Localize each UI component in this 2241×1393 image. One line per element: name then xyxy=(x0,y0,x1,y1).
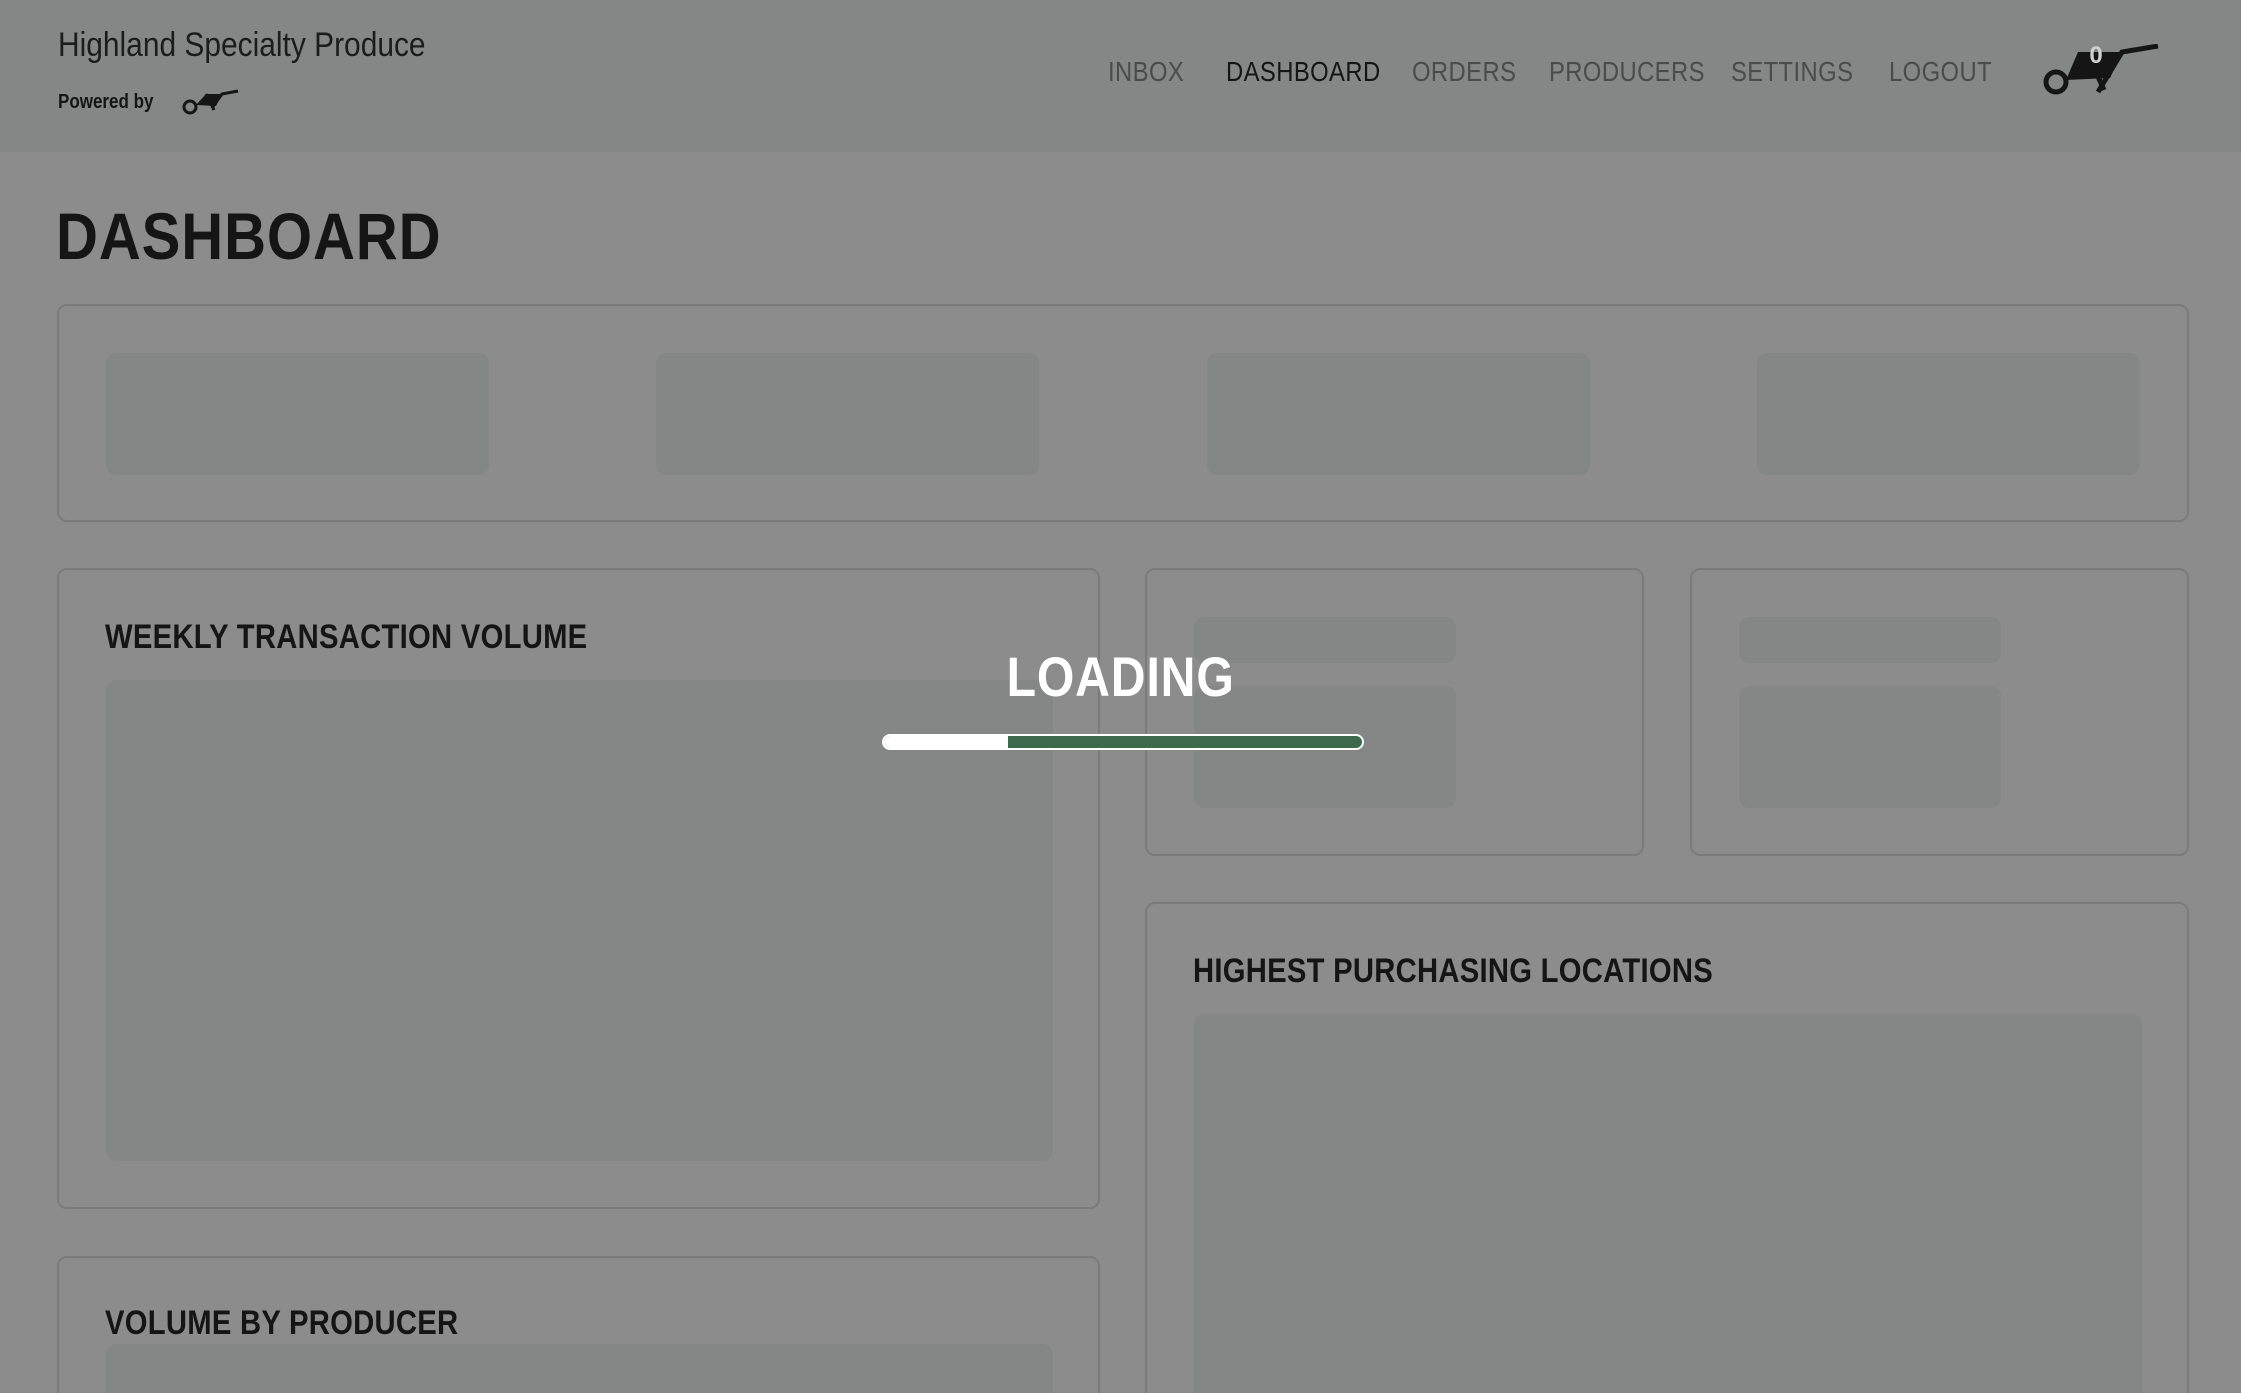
chart-placeholder xyxy=(1194,1014,2142,1393)
loading-label: LOADING xyxy=(1006,645,1235,708)
stat-placeholder xyxy=(1207,353,1590,475)
nav-settings[interactable]: SETTINGS xyxy=(1731,56,1853,88)
card-title: HIGHEST PURCHASING LOCATIONS xyxy=(1193,952,1714,990)
top-header: Highland Specialty Produce Powered by IN… xyxy=(0,0,2241,152)
loading-progress-fill xyxy=(884,736,1009,748)
chart-placeholder xyxy=(106,1344,1053,1393)
nav-producers[interactable]: PRODUCERS xyxy=(1549,56,1705,88)
loading-progress-bar xyxy=(882,734,1364,750)
summary-stats-card xyxy=(57,304,2189,522)
cart-count-badge: 0 xyxy=(2089,42,2103,69)
stat-placeholder xyxy=(106,353,489,475)
cart-button[interactable]: 0 xyxy=(2040,42,2160,100)
nav-dashboard[interactable]: DASHBOARD xyxy=(1226,56,1381,88)
nav-orders[interactable]: ORDERS xyxy=(1412,56,1516,88)
stat-placeholder xyxy=(1757,353,2140,475)
nav-logout[interactable]: LOGOUT xyxy=(1889,56,1992,88)
volume-by-producer-card: VOLUME BY PRODUCER xyxy=(57,1256,1100,1393)
highest-purchasing-locations-card: HIGHEST PURCHASING LOCATIONS xyxy=(1145,902,2189,1393)
small-stat-card xyxy=(1690,568,2189,856)
dashboard-page: Highland Specialty Produce Powered by IN… xyxy=(0,0,2241,1393)
chart-placeholder xyxy=(106,680,1053,1161)
nav-inbox[interactable]: INBOX xyxy=(1108,56,1184,88)
main-nav: INBOX DASHBOARD ORDERS PRODUCERS SETTING… xyxy=(0,56,2241,96)
page-title: DASHBOARD xyxy=(56,199,442,273)
small-stat-card xyxy=(1145,568,1644,856)
card-title: VOLUME BY PRODUCER xyxy=(105,1304,459,1342)
stat-placeholder xyxy=(656,353,1039,475)
